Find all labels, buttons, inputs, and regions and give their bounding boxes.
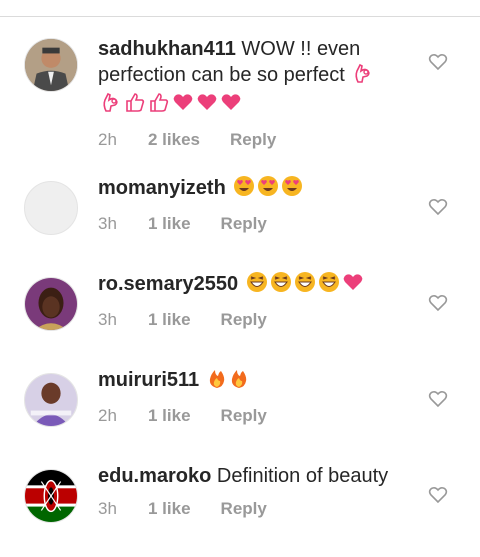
comment-meta: 2h 2 likes Reply (98, 130, 398, 150)
avatar[interactable] (24, 38, 78, 92)
reply-button[interactable]: Reply (221, 499, 267, 519)
avatar[interactable] (24, 181, 78, 235)
fire-icon (229, 367, 249, 396)
comment-text: WOW !! even (235, 38, 361, 60)
reply-button[interactable]: Reply (221, 214, 267, 234)
comment-body: sadhukhan411 WOW !! even perfection can … (98, 36, 398, 150)
like-heart-icon[interactable] (428, 293, 448, 313)
heart-icon (172, 91, 194, 120)
avatar-image (25, 374, 77, 426)
avatar[interactable] (24, 277, 78, 331)
comment-meta: 2h 1 like Reply (98, 406, 398, 426)
comment-body: muiruri511 2h 1 like Reply (98, 367, 398, 426)
comment-item: edu.maroko Definition of beauty 3h 1 like… (0, 453, 480, 549)
likes-count[interactable]: 1 like (148, 499, 191, 519)
comment-body: momanyizeth 3h 1 like Reply (98, 175, 398, 234)
like-heart-icon[interactable] (428, 389, 448, 409)
like-heart-icon[interactable] (428, 52, 448, 72)
avatar-image (25, 39, 77, 91)
heart-eyes-icon (281, 175, 303, 204)
top-divider (0, 0, 480, 17)
thumbs-up-icon (124, 91, 146, 120)
laughing-face-icon (318, 271, 340, 300)
laughing-face-icon (270, 271, 292, 300)
like-heart-icon[interactable] (428, 197, 448, 217)
emoji-row (98, 91, 398, 120)
timestamp: 3h (98, 310, 117, 329)
heart-eyes-icon (257, 175, 279, 204)
username[interactable]: edu.maroko (98, 465, 211, 487)
username[interactable]: sadhukhan411 (98, 38, 236, 60)
timestamp: 2h (98, 130, 117, 149)
comment-text: perfection can be so perfect (98, 64, 345, 86)
reply-button[interactable]: Reply (221, 406, 267, 426)
timestamp: 3h (98, 214, 117, 233)
likes-count[interactable]: 1 like (148, 214, 191, 234)
thumbs-up-icon (148, 91, 170, 120)
timestamp: 3h (98, 499, 117, 518)
comment-item: muiruri511 2h 1 like Reply (0, 357, 480, 453)
ok-hand-icon (100, 91, 122, 120)
avatar[interactable] (24, 469, 78, 523)
avatar-image (25, 278, 77, 330)
username[interactable]: muiruri511 (98, 369, 199, 391)
like-heart-icon[interactable] (428, 485, 448, 505)
heart-icon (196, 91, 218, 120)
comment-meta: 3h 1 like Reply (98, 214, 398, 234)
comment-body: ro.semary2550 3h 1 like Reply (98, 271, 398, 330)
likes-count[interactable]: 1 like (148, 406, 191, 426)
fire-icon (207, 367, 227, 396)
username[interactable]: ro.semary2550 (98, 273, 238, 295)
comment-meta: 3h 1 like Reply (98, 310, 398, 330)
kenya-flag-icon (25, 470, 77, 522)
ok-hand-icon (352, 62, 374, 91)
laughing-face-icon (294, 271, 316, 300)
reply-button[interactable]: Reply (221, 310, 267, 330)
comment-item: ro.semary2550 3h 1 like Reply (0, 261, 480, 357)
comment-text: Definition of beauty (211, 465, 389, 487)
comment-item: sadhukhan411 WOW !! even perfection can … (0, 20, 480, 149)
likes-count[interactable]: 2 likes (148, 130, 200, 150)
reply-button[interactable]: Reply (230, 130, 276, 150)
heart-icon (220, 91, 242, 120)
username[interactable]: momanyizeth (98, 177, 226, 199)
comment-meta: 3h 1 like Reply (98, 499, 398, 519)
laughing-face-icon (246, 271, 268, 300)
likes-count[interactable]: 1 like (148, 310, 191, 330)
avatar[interactable] (24, 373, 78, 427)
comment-body: edu.maroko Definition of beauty 3h 1 like… (98, 463, 398, 519)
timestamp: 2h (98, 406, 117, 425)
comment-item: momanyizeth 3h 1 like Reply (0, 165, 480, 261)
heart-eyes-icon (233, 175, 255, 204)
heart-icon (342, 271, 364, 300)
